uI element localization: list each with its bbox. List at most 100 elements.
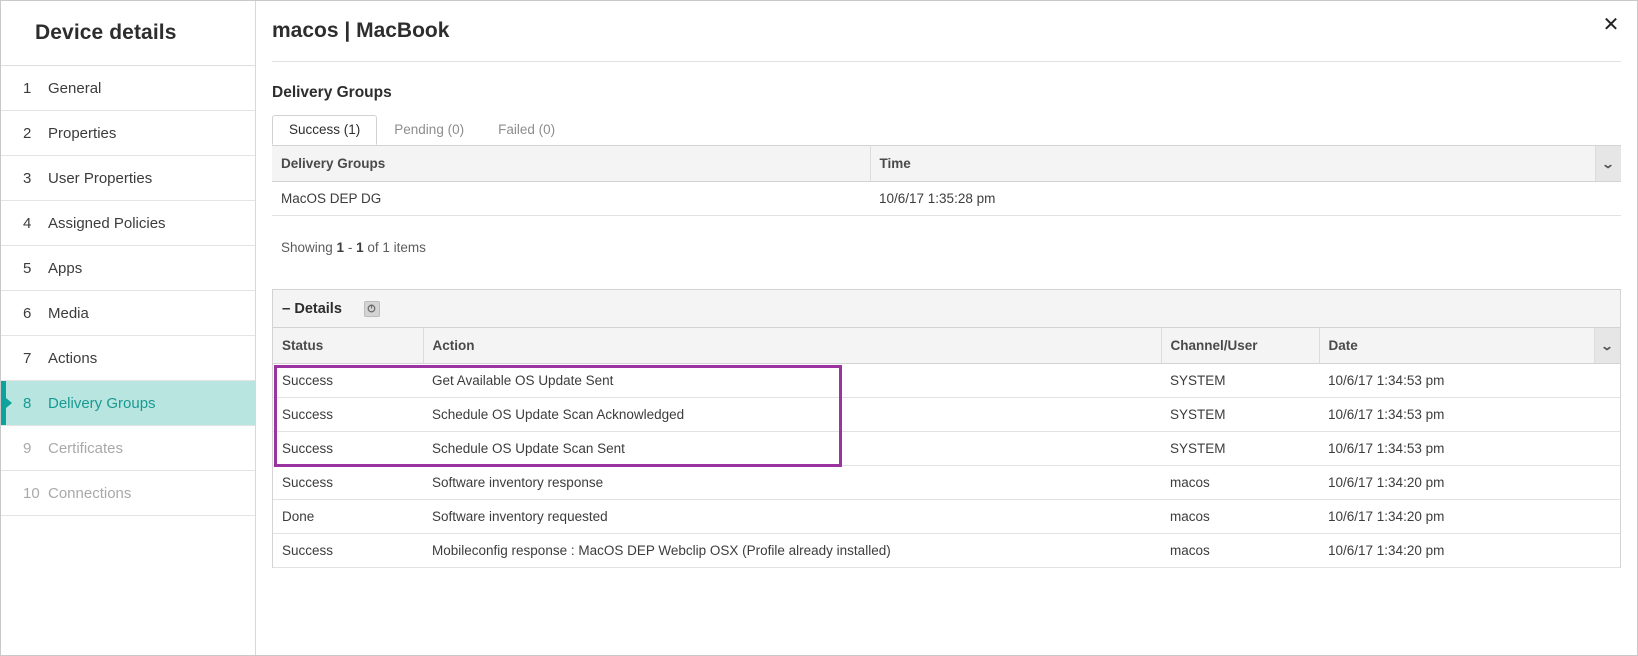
row-spacer xyxy=(1594,466,1620,500)
showing-suffix: of 1 items xyxy=(364,240,426,255)
detail-channel-user: SYSTEM xyxy=(1161,364,1319,398)
close-icon[interactable]: ✕ xyxy=(1599,14,1623,38)
details-collapse-header[interactable]: – Details xyxy=(273,290,1620,328)
table-row[interactable]: SuccessSchedule OS Update Scan SentSYSTE… xyxy=(273,432,1620,466)
sidebar-item-general[interactable]: 1General xyxy=(1,66,255,111)
sidebar-item-number: 4 xyxy=(23,215,43,232)
delivery-groups-section: Delivery Groups Success (1)Pending (0)Fa… xyxy=(256,84,1637,255)
sidebar-nav: 1General 2 Properties 3User Properties 4 Assi… xyxy=(1,66,255,516)
delivery-group-time: 10/6/17 1:35:28 pm xyxy=(870,182,1595,216)
showing-to: 1 xyxy=(356,240,364,255)
detail-channel-user: macos xyxy=(1161,534,1319,568)
column-header-time[interactable]: Time xyxy=(870,146,1595,182)
detail-action: Get Available OS Update Sent xyxy=(423,364,1161,398)
row-spacer xyxy=(1594,534,1620,568)
refresh-icon[interactable] xyxy=(364,301,380,317)
sidebar-title: Device details xyxy=(1,1,255,66)
sidebar-item-number: 7 xyxy=(23,350,43,367)
table-row[interactable]: SuccessSchedule OS Update Scan Acknowled… xyxy=(273,398,1620,432)
sidebar-item-label: Properties xyxy=(48,125,116,142)
detail-channel-user: macos xyxy=(1161,466,1319,500)
sidebar-item-label: Assigned Policies xyxy=(48,215,166,232)
column-chooser-button[interactable]: ⌄ xyxy=(1595,146,1621,182)
row-spacer xyxy=(1594,500,1620,534)
detail-action: Software inventory response xyxy=(423,466,1161,500)
sidebar-item-assigned-policies[interactable]: 4 Assigned Policies xyxy=(1,201,255,246)
showing-prefix: Showing xyxy=(281,240,337,255)
sidebar-item-number: 5 xyxy=(23,260,43,277)
column-header-status[interactable]: Status xyxy=(273,328,423,364)
detail-date: 10/6/17 1:34:53 pm xyxy=(1319,432,1594,466)
sidebar-item-user-properties[interactable]: 3User Properties xyxy=(1,156,255,201)
delivery-groups-heading: Delivery Groups xyxy=(272,84,1621,102)
detail-date: 10/6/17 1:34:53 pm xyxy=(1319,364,1594,398)
chevron-down-icon: ⌄ xyxy=(1600,340,1614,352)
sidebar-item-apps[interactable]: 5Apps xyxy=(1,246,255,291)
table-row[interactable]: MacOS DEP DG10/6/17 1:35:28 pm xyxy=(272,182,1621,216)
chevron-down-icon: ⌄ xyxy=(1601,158,1615,170)
table-row[interactable]: SuccessMobileconfig response : MacOS DEP… xyxy=(273,534,1620,568)
sidebar-item-label: Connections xyxy=(48,485,131,502)
collapse-toggle-icon[interactable]: – xyxy=(282,300,290,317)
row-spacer xyxy=(1594,364,1620,398)
tab-pending[interactable]: Pending (0) xyxy=(377,115,481,145)
table-row[interactable]: SuccessSoftware inventory responsemacos1… xyxy=(273,466,1620,500)
table-row[interactable]: DoneSoftware inventory requestedmacos10/… xyxy=(273,500,1620,534)
column-header-delivery-groups[interactable]: Delivery Groups xyxy=(272,146,870,182)
detail-action: Schedule OS Update Scan Acknowledged xyxy=(423,398,1161,432)
sidebar-item-number: 10 xyxy=(23,485,43,502)
header-divider xyxy=(272,61,1621,62)
tab-success[interactable]: Success (1) xyxy=(272,115,377,145)
details-panel: – Details xyxy=(272,289,1621,568)
detail-channel-user: SYSTEM xyxy=(1161,398,1319,432)
delivery-group-name: MacOS DEP DG xyxy=(272,182,870,216)
showing-from: 1 xyxy=(337,240,345,255)
detail-status: Success xyxy=(273,364,423,398)
table-row[interactable]: SuccessGet Available OS Update SentSYSTE… xyxy=(273,364,1620,398)
detail-status: Success xyxy=(273,466,423,500)
column-header-action[interactable]: Action xyxy=(423,328,1161,364)
detail-action: Software inventory requested xyxy=(423,500,1161,534)
sidebar-item-number: 1 xyxy=(23,80,43,97)
row-spacer xyxy=(1594,432,1620,466)
sidebar-item-number: 6 xyxy=(23,305,43,322)
main-content: ✕ macos | MacBook Delivery Groups Succes… xyxy=(256,1,1637,655)
detail-channel-user: SYSTEM xyxy=(1161,432,1319,466)
detail-date: 10/6/17 1:34:20 pm xyxy=(1319,534,1594,568)
detail-channel-user: macos xyxy=(1161,500,1319,534)
detail-date: 10/6/17 1:34:20 pm xyxy=(1319,500,1594,534)
sidebar-item-label: User Properties xyxy=(48,170,152,187)
sidebar-item-media[interactable]: 6Media xyxy=(1,291,255,336)
sidebar-item-label: Actions xyxy=(48,350,97,367)
detail-date: 10/6/17 1:34:20 pm xyxy=(1319,466,1594,500)
detail-date: 10/6/17 1:34:53 pm xyxy=(1319,398,1594,432)
row-spacer xyxy=(1594,398,1620,432)
sidebar-item-actions[interactable]: 7 Actions xyxy=(1,336,255,381)
sidebar-item-label: Certificates xyxy=(48,440,123,457)
detail-status: Done xyxy=(273,500,423,534)
column-chooser-button[interactable]: ⌄ xyxy=(1594,328,1620,364)
tab-failed[interactable]: Failed (0) xyxy=(481,115,572,145)
sidebar-item-delivery-groups[interactable]: 8Delivery Groups xyxy=(1,381,255,426)
delivery-groups-table-wrap: Delivery Groups Time ⌄ MacOS DEP DG10/6/… xyxy=(272,145,1621,216)
sidebar-item-number: 2 xyxy=(23,125,43,142)
sidebar-item-label: Delivery Groups xyxy=(48,395,156,412)
table-header-row: Delivery Groups Time ⌄ xyxy=(272,146,1621,182)
pagination-summary: Showing 1 - 1 of 1 items xyxy=(272,216,1621,255)
detail-status: Success xyxy=(273,534,423,568)
column-header-channel-user[interactable]: Channel/User xyxy=(1161,328,1319,364)
sidebar-item-number: 9 xyxy=(23,440,43,457)
detail-status: Success xyxy=(273,398,423,432)
page-title: macos | MacBook xyxy=(256,1,1637,61)
detail-status: Success xyxy=(273,432,423,466)
sidebar-item-connections[interactable]: 10 Connections xyxy=(1,471,255,516)
sidebar-filler xyxy=(1,516,255,655)
detail-action: Schedule OS Update Scan Sent xyxy=(423,432,1161,466)
column-header-date[interactable]: Date xyxy=(1319,328,1594,364)
device-details-dialog: Device details 1General 2 Properties 3User … xyxy=(0,0,1638,656)
detail-action: Mobileconfig response : MacOS DEP Webcli… xyxy=(423,534,1161,568)
delivery-groups-table: Delivery Groups Time ⌄ MacOS DEP DG10/6/… xyxy=(272,145,1621,216)
sidebar-item-properties[interactable]: 2 Properties xyxy=(1,111,255,156)
sidebar-item-certificates[interactable]: 9 Certificates xyxy=(1,426,255,471)
showing-separator: - xyxy=(344,240,356,255)
